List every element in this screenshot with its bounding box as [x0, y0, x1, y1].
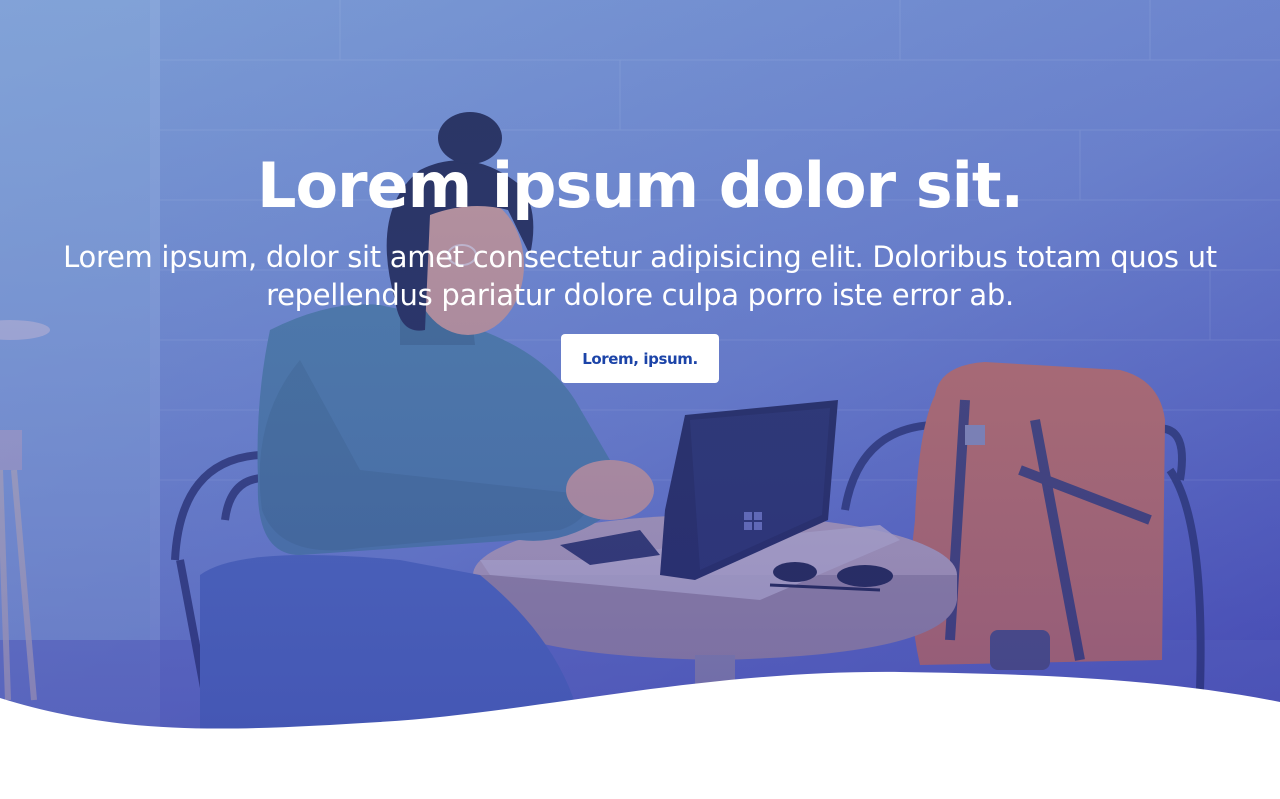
- wave-divider: [0, 671, 1280, 799]
- cta-button[interactable]: Lorem, ipsum.: [561, 334, 719, 383]
- hero-subtitle: Lorem ipsum, dolor sit amet consectetur …: [63, 240, 1217, 312]
- hero-content: Lorem ipsum dolor sit. Lorem ipsum, dolo…: [0, 148, 1280, 383]
- hero-title: Lorem ipsum dolor sit.: [256, 149, 1024, 222]
- hero-section: Lorem ipsum dolor sit. Lorem ipsum, dolo…: [0, 0, 1280, 799]
